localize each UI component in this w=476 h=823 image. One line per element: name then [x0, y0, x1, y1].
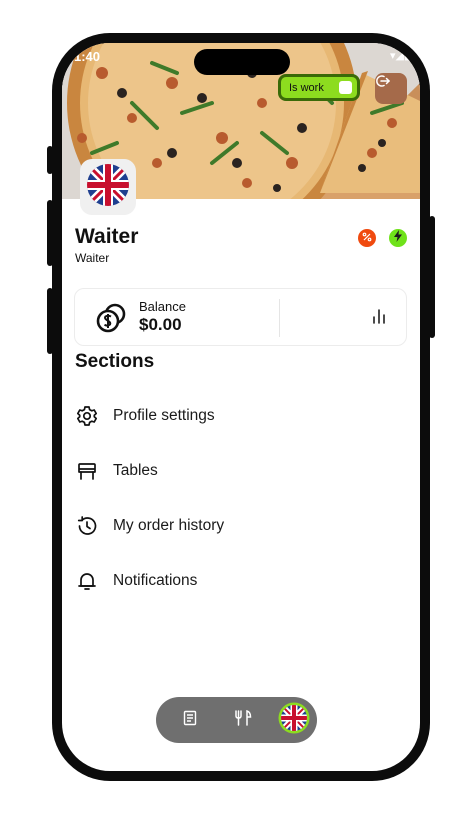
- logout-button[interactable]: [375, 73, 407, 104]
- status-signal-icons: ▾◢▮: [389, 50, 410, 62]
- bottom-nav: [156, 697, 317, 743]
- coins-icon: [96, 302, 128, 339]
- menu-item-label: Tables: [113, 462, 158, 479]
- percent-badge[interactable]: [358, 229, 376, 247]
- toggle-knob: [339, 81, 352, 94]
- nav-profile-button[interactable]: [278, 702, 310, 739]
- dynamic-island: [194, 49, 290, 75]
- balance-value: $0.00: [139, 315, 182, 334]
- nav-kitchen-button[interactable]: [229, 706, 257, 734]
- menu-item-profile-settings[interactable]: Profile settings: [74, 398, 394, 434]
- table-icon: [74, 458, 100, 484]
- menu-item-label: Profile settings: [113, 407, 215, 424]
- balance-divider: [279, 299, 280, 337]
- percent-icon: [362, 229, 372, 247]
- sections-title: Sections: [75, 351, 155, 372]
- balance-label: Balance: [139, 299, 186, 314]
- fork-knife-icon: [234, 709, 252, 731]
- profile-role: Waiter: [75, 251, 110, 265]
- is-work-toggle[interactable]: Is work: [278, 74, 360, 101]
- menu-item-order-history[interactable]: My order history: [74, 508, 394, 544]
- uk-flag-icon: [278, 702, 310, 739]
- avatar[interactable]: [80, 159, 136, 215]
- nav-menu-button[interactable]: [176, 706, 204, 734]
- is-work-label: Is work: [289, 81, 324, 94]
- menu-item-notifications[interactable]: Notifications: [74, 563, 394, 599]
- lightning-badge[interactable]: [389, 229, 407, 247]
- document-icon: [182, 710, 198, 731]
- gear-icon: [74, 403, 100, 429]
- bell-icon: [74, 568, 100, 594]
- profile-name: Waiter: [75, 225, 139, 248]
- balance-card[interactable]: Balance $0.00: [74, 288, 407, 346]
- status-time: 1:40: [74, 49, 101, 64]
- bar-chart-icon: [371, 308, 387, 329]
- uk-flag-icon: [86, 163, 130, 212]
- menu-item-label: Notifications: [113, 572, 198, 589]
- menu-item-label: My order history: [113, 517, 225, 534]
- lightning-icon: [393, 229, 403, 247]
- history-icon: [74, 513, 100, 539]
- menu-item-tables[interactable]: Tables: [74, 453, 394, 489]
- balance-stats-button[interactable]: [366, 305, 392, 331]
- app-screen: 1:40 ▾◢▮ Is work Waiter Waiter Balance $…: [62, 43, 420, 771]
